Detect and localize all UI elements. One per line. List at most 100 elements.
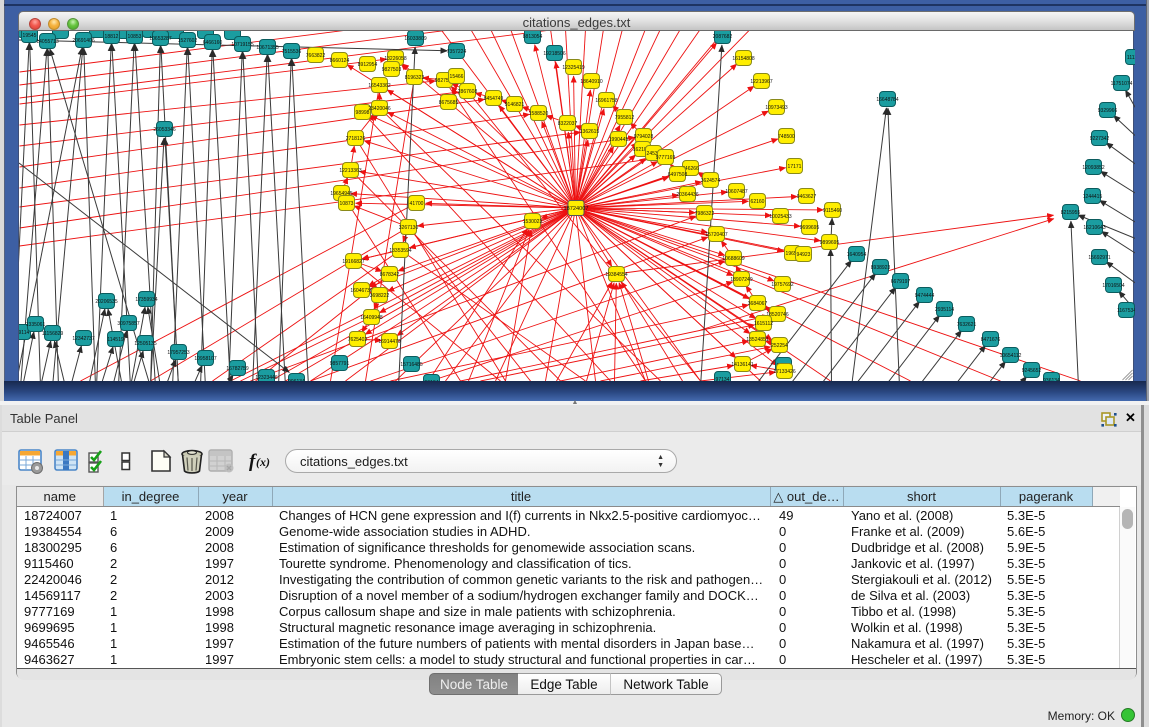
svg-text:10671355: 10671355 <box>256 45 278 51</box>
svg-text:17016504: 17016504 <box>1102 283 1124 289</box>
svg-text:18907249: 18907249 <box>730 277 752 283</box>
svg-text:10654112: 10654112 <box>1000 353 1022 359</box>
svg-text:10607487: 10607487 <box>725 189 747 195</box>
svg-text:13524851: 13524851 <box>746 337 768 343</box>
svg-text:17957253: 17957253 <box>167 350 189 356</box>
svg-text:9474444: 9474444 <box>915 293 935 299</box>
svg-text:10873: 10873 <box>340 201 354 207</box>
svg-text:1362615: 1362615 <box>580 129 600 135</box>
svg-text:12213967: 12213967 <box>750 79 772 85</box>
svg-text:19384554: 19384554 <box>605 272 627 278</box>
svg-text:19218506: 19218506 <box>543 51 565 57</box>
svg-text:2935114: 2935114 <box>935 307 954 313</box>
svg-text:26053346: 26053346 <box>153 127 175 133</box>
svg-text:15466: 15466 <box>450 74 464 80</box>
svg-text:9245652: 9245652 <box>1022 368 1042 374</box>
svg-text:17133426: 17133426 <box>773 369 795 375</box>
svg-text:9329966: 9329966 <box>1098 108 1118 114</box>
svg-text:12093852: 12093852 <box>1082 165 1104 171</box>
svg-text:16782759: 16782759 <box>226 366 248 372</box>
svg-text:19757692: 19757692 <box>771 282 793 288</box>
svg-text:8322037: 8322037 <box>558 121 578 127</box>
svg-text:2867608: 2867608 <box>458 89 478 95</box>
svg-text:12342737: 12342737 <box>72 336 94 342</box>
svg-text:94923: 94923 <box>797 252 811 258</box>
svg-text:14055713: 14055713 <box>36 39 58 45</box>
svg-text:1167534: 1167534 <box>1117 308 1135 314</box>
svg-text:15692971: 15692971 <box>1088 255 1110 261</box>
svg-text:10025433: 10025433 <box>769 214 791 220</box>
svg-text:114519: 114519 <box>107 337 124 343</box>
svg-text:8938923: 8938923 <box>871 265 891 271</box>
svg-text:1588520: 1588520 <box>529 111 549 117</box>
svg-text:1244415: 1244415 <box>1083 194 1103 200</box>
svg-text:252254: 252254 <box>771 343 788 349</box>
svg-text:10973493: 10973493 <box>765 105 787 111</box>
svg-text:7625402: 7625402 <box>348 337 368 343</box>
svg-text:20691406: 20691406 <box>72 38 94 44</box>
svg-text:19545: 19545 <box>23 33 37 39</box>
svg-text:1615112: 1615112 <box>754 321 773 327</box>
svg-text:2087682: 2087682 <box>713 34 733 40</box>
svg-text:8454749: 8454749 <box>484 96 504 102</box>
svg-text:7357224: 7357224 <box>447 49 467 55</box>
svg-text:16914479: 16914479 <box>378 339 400 345</box>
svg-text:8471676: 8471676 <box>981 337 1001 343</box>
svg-text:16154808: 16154808 <box>732 56 754 62</box>
svg-text:3267130: 3267130 <box>399 225 419 231</box>
svg-text:23420046: 23420046 <box>368 106 390 112</box>
svg-text:9115460: 9115460 <box>823 208 842 214</box>
svg-text:8912954: 8912954 <box>358 62 378 68</box>
svg-text:1640954: 1640954 <box>847 252 867 258</box>
svg-text:748500: 748500 <box>778 134 795 140</box>
svg-text:30975857: 30975857 <box>117 321 139 327</box>
svg-text:9827503: 9827503 <box>382 67 402 73</box>
svg-text:6679197: 6679197 <box>891 279 911 285</box>
svg-text:1335061: 1335061 <box>26 322 46 328</box>
svg-text:2718126: 2718126 <box>346 136 366 142</box>
svg-text:6497508: 6497508 <box>668 172 688 178</box>
svg-text:20206535: 20206535 <box>95 299 117 305</box>
svg-text:9857791: 9857791 <box>330 361 350 367</box>
svg-text:12325419: 12325419 <box>562 65 584 71</box>
svg-text:7632621: 7632621 <box>957 322 977 328</box>
svg-text:41700: 41700 <box>410 201 424 207</box>
svg-text:1530023: 1530023 <box>523 219 543 225</box>
svg-text:11128: 11128 <box>1127 55 1135 61</box>
svg-text:7663822: 7663822 <box>306 53 326 59</box>
svg-text:8675685: 8675685 <box>439 100 459 106</box>
svg-text:18724007: 18724007 <box>564 206 589 212</box>
svg-text:9794028: 9794028 <box>634 134 654 140</box>
svg-text:13353594: 13353594 <box>389 248 411 254</box>
svg-text:9146821: 9146821 <box>505 102 525 108</box>
svg-text:7986322: 7986322 <box>695 211 715 217</box>
svg-text:11751074: 11751074 <box>1111 81 1133 87</box>
svg-text:15720407: 15720407 <box>705 232 727 238</box>
svg-text:6466160: 6466160 <box>203 40 223 46</box>
svg-text:7515536: 7515536 <box>282 49 302 55</box>
svg-text:15716485: 15716485 <box>400 362 422 368</box>
svg-text:9227342: 9227342 <box>1090 136 1110 142</box>
svg-text:10719155: 10719155 <box>231 42 253 48</box>
svg-text:62160: 62160 <box>751 199 765 205</box>
svg-text:8215955: 8215955 <box>1061 210 1081 216</box>
svg-text:8196323: 8196323 <box>405 75 425 81</box>
svg-text:10653287: 10653287 <box>149 36 171 42</box>
svg-text:3698222: 3698222 <box>370 293 390 299</box>
svg-text:14136141: 14136141 <box>731 362 753 368</box>
svg-text:10958107: 10958107 <box>194 356 216 362</box>
svg-text:12505135: 12505135 <box>134 341 156 347</box>
svg-text:17171: 17171 <box>788 164 802 170</box>
svg-text:9463627: 9463627 <box>797 194 817 200</box>
svg-text:7955812: 7955812 <box>615 115 635 121</box>
svg-text:8813054: 8813054 <box>523 34 543 40</box>
svg-text:20364436: 20364436 <box>676 192 698 198</box>
svg-text:10853: 10853 <box>128 34 142 40</box>
svg-text:1527602: 1527602 <box>178 38 198 44</box>
svg-text:11156829: 11156829 <box>42 331 64 337</box>
svg-text:12323446: 12323446 <box>255 375 277 381</box>
svg-text:16409948: 16409948 <box>360 315 382 321</box>
svg-text:9777169: 9777169 <box>656 155 676 161</box>
svg-text:16961758: 16961758 <box>595 98 617 104</box>
svg-text:19166827: 19166827 <box>342 259 364 265</box>
